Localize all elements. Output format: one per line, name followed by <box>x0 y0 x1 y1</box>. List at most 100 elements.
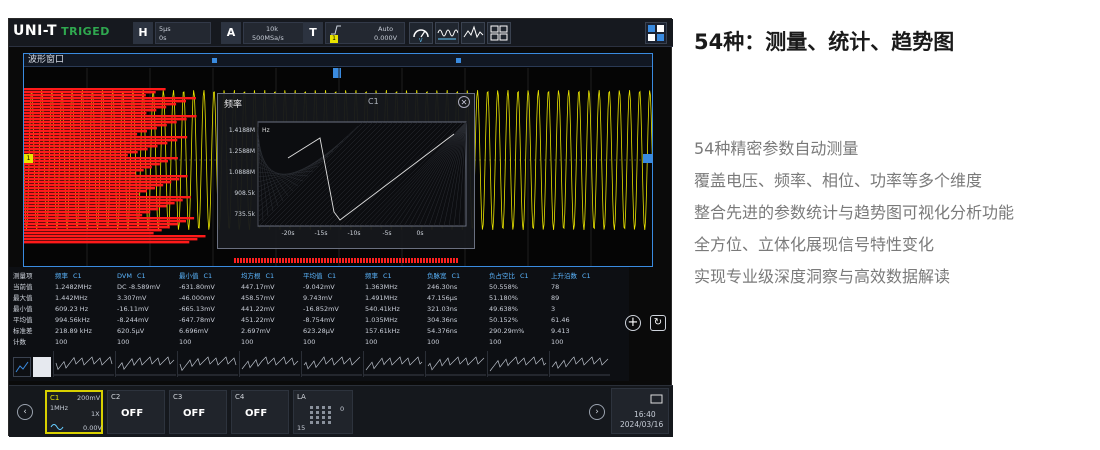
channel-2-button[interactable]: C2 OFF <box>107 390 165 434</box>
table-cell: 100 <box>179 338 192 346</box>
measure-tick <box>333 258 335 263</box>
table-cell: 78 <box>551 283 560 291</box>
acquire-settings[interactable]: 10k 500MSa/s <box>243 22 305 44</box>
trend-y-tick: 1.4188M <box>229 127 255 134</box>
feature-line-5: 实现专业级深度洞察与高效数据解读 <box>694 267 951 286</box>
trend-toggle-icon[interactable] <box>13 357 31 377</box>
column-header[interactable]: 负占空比 C1 <box>489 271 549 282</box>
column-header[interactable]: 负脉宽 C1 <box>427 271 487 282</box>
measure-tick <box>279 258 281 263</box>
trigger-source-badge: 1 <box>330 35 338 43</box>
table-cell: 100 <box>117 338 130 346</box>
feature-line-2: 覆盖电压、频率、相位、功率等多个维度 <box>694 171 983 190</box>
trend-unit: Hz <box>262 127 270 134</box>
mini-trend-chart[interactable] <box>301 351 362 377</box>
table-cell: 447.17mV <box>241 283 275 291</box>
channel-1-marker[interactable]: 1 <box>24 154 33 163</box>
column-header[interactable]: 上升沿数 C1 <box>551 271 611 282</box>
logic-dot <box>322 411 325 414</box>
measure-tick <box>456 258 458 263</box>
logic-dot <box>310 416 313 419</box>
layout-grid-icon[interactable] <box>487 22 511 44</box>
measure-tick <box>234 258 236 263</box>
column-name: 最小值 <box>179 272 199 280</box>
measure-tick <box>273 258 275 263</box>
popup-title: 频率 <box>224 100 243 110</box>
mini-trend-chart[interactable] <box>549 351 610 377</box>
scroll-right-icon[interactable]: › <box>589 404 605 420</box>
frequency-trend-popup[interactable]: 频率 C1 ✕ Hz 1.4188M 1.2588M 1.0888M 908.5k 735… <box>217 93 475 249</box>
table-cell: 441.22mV <box>241 305 275 313</box>
measure-tick <box>339 258 341 263</box>
measure-tick <box>444 258 446 263</box>
table-cell: -8.754mV <box>303 316 335 324</box>
table-cell: 9.413 <box>551 327 570 335</box>
scroll-left-icon[interactable]: ‹ <box>17 404 33 420</box>
clock-time: 16:40 <box>634 410 656 419</box>
column-channel: C1 <box>73 272 82 280</box>
horizontal-settings[interactable]: 5μs 0s <box>155 22 211 44</box>
trigger-settings[interactable]: 1 Auto 0.000V <box>325 22 405 44</box>
column-header[interactable]: 均方根 C1 <box>241 271 301 282</box>
mini-trend-chart[interactable] <box>53 351 114 377</box>
table-cell: 1.442MHz <box>55 294 88 302</box>
measure-tick <box>351 258 353 263</box>
waveform-display-icon[interactable] <box>435 22 459 44</box>
trend-x-tick: -20s <box>282 230 295 237</box>
column-header[interactable]: 最小值 C1 <box>179 271 239 282</box>
mini-trend-chart[interactable] <box>115 351 176 377</box>
column-header[interactable]: 平均值 C1 <box>303 271 363 282</box>
feature-line-4: 全方位、立体化展现信号特性变化 <box>694 235 935 254</box>
measure-tick <box>420 258 422 263</box>
column-header[interactable]: 频率 C1 <box>55 271 115 282</box>
table-row: 最大值 1.442MHz 3.307mV -46.000mV 458.57mV 9.743… <box>9 293 629 304</box>
screenshot-icon <box>650 394 663 404</box>
trigger-level: 0.000V <box>374 34 398 42</box>
measure-tick <box>261 258 263 263</box>
refresh-icon[interactable]: ↻ <box>650 315 666 331</box>
channel-3-button[interactable]: C3 OFF <box>169 390 227 434</box>
logic-dot <box>328 406 331 409</box>
mini-trend-chart[interactable] <box>425 351 486 377</box>
clock-panel[interactable]: 16:40 2024/03/16 <box>611 388 669 434</box>
column-header[interactable]: 频率 C1 <box>365 271 425 282</box>
acquire-key[interactable]: A <box>221 22 241 44</box>
channel-1-button[interactable]: C1 200mV 1MHz 1X 0.00V <box>45 390 103 434</box>
channel-4-button[interactable]: C4 OFF <box>231 390 289 434</box>
table-cell: 51.180% <box>489 294 518 302</box>
table-cell: 218.89 kHz <box>55 327 92 335</box>
logic-analyzer-upper: 0 <box>340 405 345 413</box>
measure-tick <box>390 258 392 263</box>
table-cell: 6.696mV <box>179 327 209 335</box>
table-cell: 609.23 Hz <box>55 305 89 313</box>
table-cell: -9.042mV <box>303 283 335 291</box>
table-cell: 994.56kHz <box>55 316 90 324</box>
measure-tick <box>291 258 293 263</box>
measure-tick <box>249 258 251 263</box>
trigger-level-marker[interactable] <box>643 154 652 163</box>
measure-tick <box>447 258 449 263</box>
mini-trend-chart[interactable] <box>239 351 300 377</box>
trigger-key[interactable]: T <box>303 22 323 44</box>
trend-x-tick: -5s <box>382 230 391 237</box>
column-name: 负占空比 <box>489 272 515 280</box>
add-measurement-icon[interactable]: + <box>625 315 641 331</box>
column-header[interactable]: DVM C1 <box>117 271 177 282</box>
measure-gauge-icon[interactable]: V <box>409 22 433 44</box>
logic-dot <box>316 421 319 424</box>
trend-x-tick: -15s <box>315 230 328 237</box>
logic-dot <box>328 416 331 419</box>
logic-dot <box>310 421 313 424</box>
logic-analyzer-button[interactable]: LA 0 15 <box>293 390 353 434</box>
table-toggle-icon[interactable] <box>33 357 51 377</box>
window-layout-icon[interactable] <box>645 22 667 44</box>
trend-chart-icon[interactable] <box>461 22 485 44</box>
close-icon[interactable]: ✕ <box>458 96 470 108</box>
mini-trend-chart[interactable] <box>363 351 424 377</box>
measure-tick <box>435 258 437 263</box>
table-cell: 49.638% <box>489 305 518 313</box>
mini-trend-chart[interactable] <box>487 351 548 377</box>
horizontal-key[interactable]: H <box>133 22 153 44</box>
mini-trend-chart[interactable] <box>177 351 238 377</box>
brand-logo: UNI-T TRIGED <box>13 23 110 43</box>
